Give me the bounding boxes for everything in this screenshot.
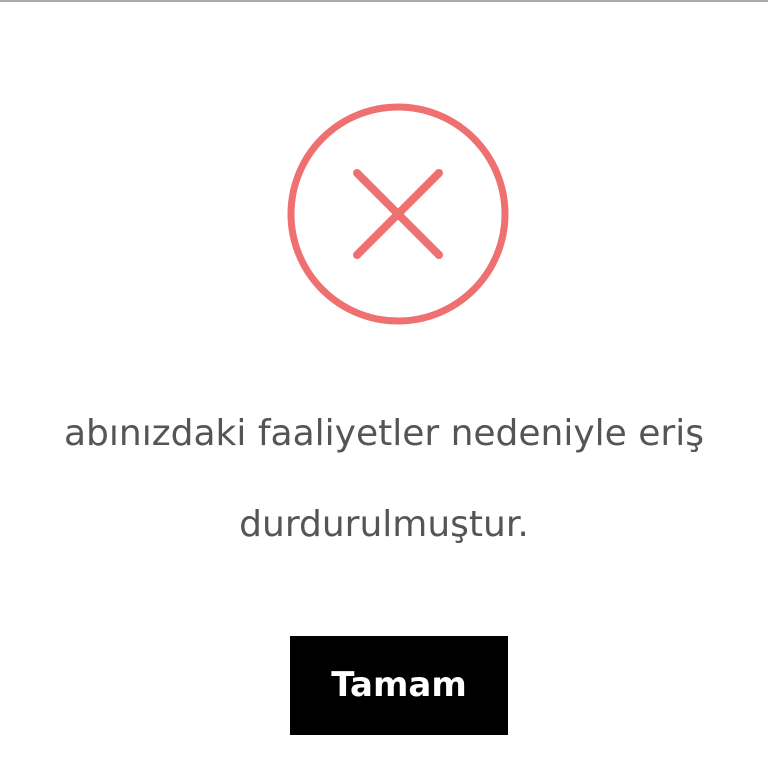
- ok-button[interactable]: Tamam: [290, 636, 508, 735]
- close-icon: [287, 103, 509, 325]
- error-message-line-1: abınızdaki faaliyetler nedeniyle eriş: [64, 413, 704, 454]
- error-message-line-2: durdurulmuştur.: [239, 504, 529, 545]
- error-dialog: abınızdaki faaliyetler nedeniyle eriş du…: [0, 0, 768, 768]
- dialog-top-border: [0, 0, 768, 2]
